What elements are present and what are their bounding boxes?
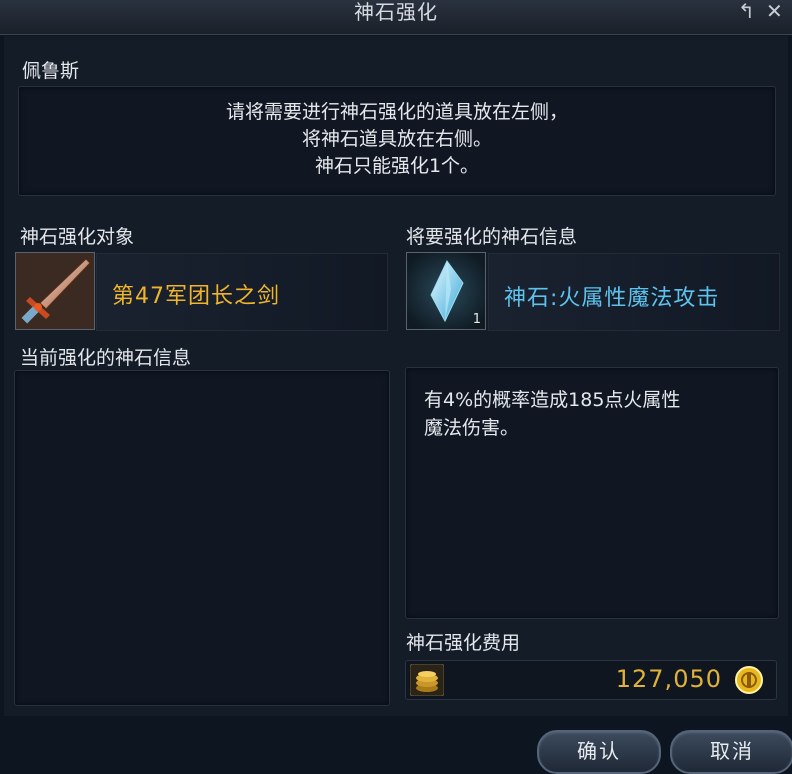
stone-info-label: 将要强化的神石信息 bbox=[406, 226, 578, 248]
kinah-icon bbox=[735, 666, 763, 694]
stone-count: 1 bbox=[472, 312, 481, 327]
confirm-button[interactable]: 确认 bbox=[537, 730, 661, 774]
description-line: 有4%的概率造成185点火属性 bbox=[424, 389, 681, 411]
instruction-line: 请将需要进行神石强化的道具放在左侧， bbox=[225, 101, 568, 123]
coin-stack-icon bbox=[410, 664, 444, 696]
cost-label: 神石强化费用 bbox=[406, 632, 521, 654]
description-line: 魔法伤害。 bbox=[424, 417, 520, 439]
stone-name: 神石:火属性魔法攻击 bbox=[504, 286, 720, 311]
item-name: 第47军团长之剑 bbox=[112, 284, 280, 309]
cost-row: 127,050 bbox=[405, 660, 777, 700]
title-bar[interactable]: 神石强化 ↰ ✕ bbox=[0, 0, 792, 35]
current-info-label: 当前强化的神石信息 bbox=[20, 347, 192, 369]
npc-name: 佩鲁斯 bbox=[22, 60, 80, 82]
target-label: 神石强化对象 bbox=[20, 226, 135, 248]
window-title: 神石强化 bbox=[354, 0, 438, 24]
item-slot[interactable] bbox=[15, 252, 95, 330]
stone-description-box: 有4%的概率造成185点火属性 魔法伤害。 bbox=[405, 367, 779, 619]
instructions-box: 请将需要进行神石强化的道具放在左侧， 将神石道具放在右侧。 神石只能强化1个。 bbox=[18, 86, 776, 196]
sword-icon bbox=[16, 253, 94, 329]
current-info-box bbox=[14, 370, 390, 706]
cancel-button[interactable]: 取消 bbox=[670, 730, 792, 774]
close-icon[interactable]: ✕ bbox=[766, 0, 783, 22]
cost-value: 127,050 bbox=[615, 665, 722, 693]
stone-slot[interactable]: 1 bbox=[406, 252, 486, 330]
instruction-line: 将神石道具放在右侧。 bbox=[301, 128, 492, 150]
restore-icon[interactable]: ↰ bbox=[738, 0, 755, 22]
instruction-line: 神石只能强化1个。 bbox=[314, 155, 480, 177]
